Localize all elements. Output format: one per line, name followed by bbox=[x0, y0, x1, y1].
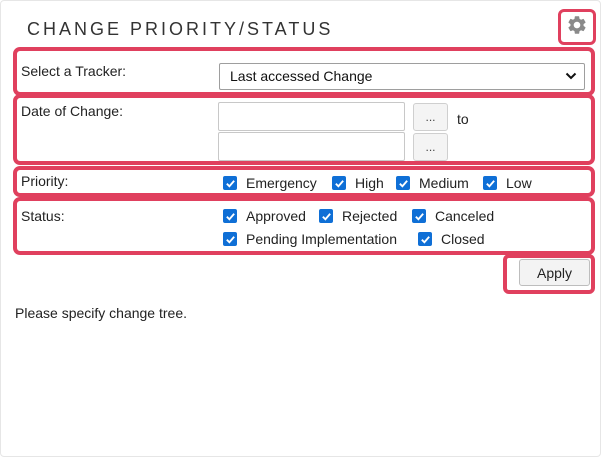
checkbox-label: Medium bbox=[419, 175, 469, 191]
change-priority-status-widget: CHANGE PRIORITY/STATUS Select a Tracker:… bbox=[0, 0, 601, 457]
status-message: Please specify change tree. bbox=[15, 305, 187, 321]
tracker-select[interactable]: Last accessed Change bbox=[219, 63, 585, 90]
checkmark-icon bbox=[418, 232, 432, 246]
widget-title: CHANGE PRIORITY/STATUS bbox=[27, 19, 334, 39]
checkbox-label: Canceled bbox=[435, 208, 495, 224]
checkmark-icon bbox=[396, 176, 410, 190]
checkmark-icon bbox=[223, 176, 237, 190]
date-from-input[interactable] bbox=[218, 102, 405, 131]
checkbox-label: Emergency bbox=[246, 175, 317, 191]
date-from-picker-button[interactable]: ... bbox=[413, 103, 448, 131]
settings-button[interactable] bbox=[558, 9, 596, 45]
checkbox-label: Closed bbox=[441, 231, 485, 247]
date-to-picker-button[interactable]: ... bbox=[413, 133, 448, 161]
checkmark-icon bbox=[332, 176, 346, 190]
date-label: Date of Change: bbox=[21, 103, 123, 119]
checkbox-label: Pending Implementation bbox=[246, 231, 397, 247]
checkbox-label: Approved bbox=[246, 208, 306, 224]
checkbox-label: High bbox=[355, 175, 384, 191]
tracker-label: Select a Tracker: bbox=[21, 63, 127, 79]
chevron-down-icon bbox=[565, 72, 577, 80]
date-to-label: to bbox=[457, 111, 469, 127]
checkmark-icon bbox=[319, 209, 333, 223]
status-closed-checkbox[interactable]: Closed bbox=[418, 231, 485, 247]
priority-emergency-checkbox[interactable]: Emergency bbox=[223, 175, 317, 191]
status-pending-implementation-checkbox[interactable]: Pending Implementation bbox=[223, 231, 397, 247]
gear-icon bbox=[566, 14, 588, 41]
checkmark-icon bbox=[223, 232, 237, 246]
checkbox-label: Low bbox=[506, 175, 532, 191]
checkmark-icon bbox=[483, 176, 497, 190]
status-canceled-checkbox[interactable]: Canceled bbox=[412, 208, 494, 224]
priority-label: Priority: bbox=[21, 173, 69, 189]
status-approved-checkbox[interactable]: Approved bbox=[223, 208, 306, 224]
priority-low-checkbox[interactable]: Low bbox=[483, 175, 532, 191]
priority-high-checkbox[interactable]: High bbox=[332, 175, 384, 191]
date-to-input[interactable] bbox=[218, 132, 405, 161]
checkbox-label: Rejected bbox=[342, 208, 398, 224]
checkmark-icon bbox=[412, 209, 426, 223]
status-label: Status: bbox=[21, 208, 65, 224]
checkmark-icon bbox=[223, 209, 237, 223]
status-rejected-checkbox[interactable]: Rejected bbox=[319, 208, 397, 224]
priority-medium-checkbox[interactable]: Medium bbox=[396, 175, 469, 191]
tracker-selected-value: Last accessed Change bbox=[230, 68, 373, 84]
apply-button[interactable]: Apply bbox=[519, 259, 590, 286]
